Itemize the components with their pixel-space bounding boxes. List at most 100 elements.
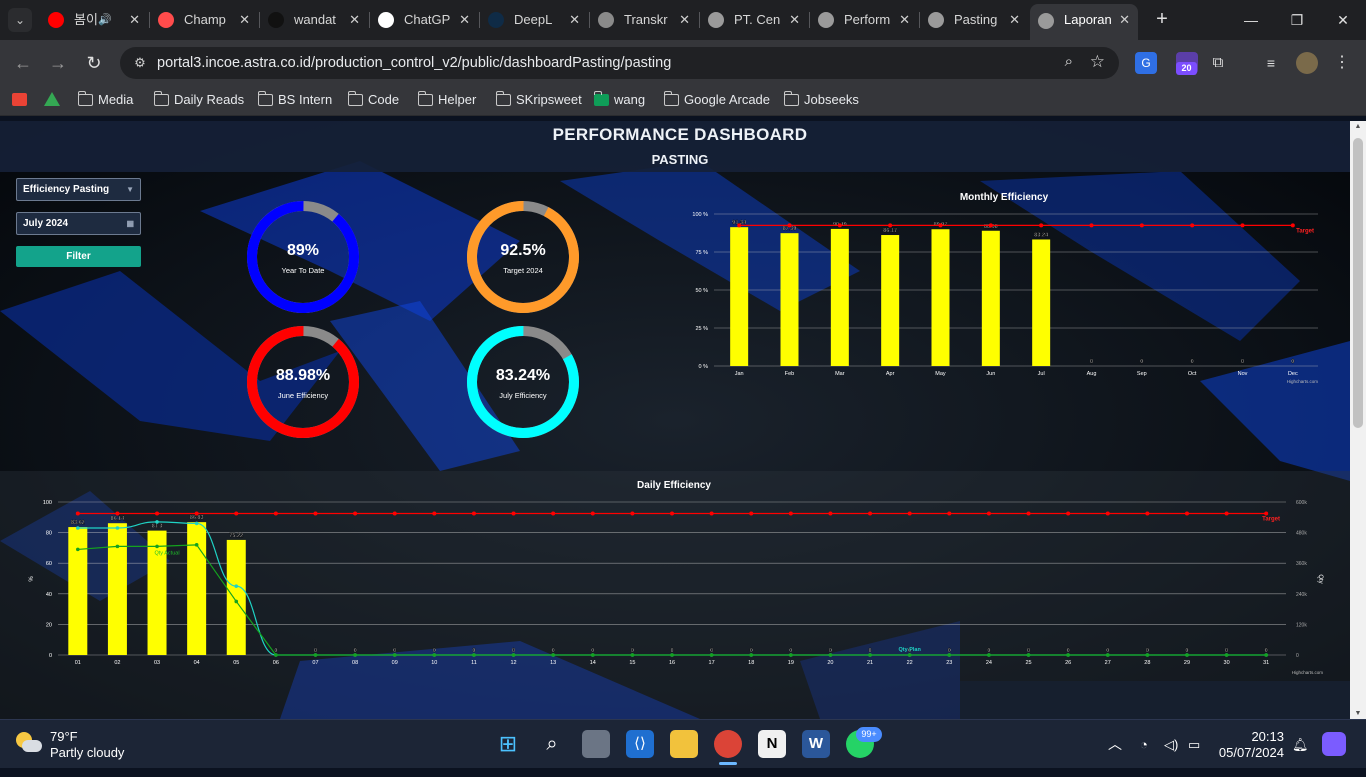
daily-efficiency-chart: Daily Efficiency 0 0 20 120k 40 240k 60 360k 80 48… — [28, 475, 1333, 680]
scrollbar-thumb[interactable] — [1353, 138, 1363, 428]
address-bar[interactable]: ⚙ portal3.incoe.astra.co.id/production_c… — [120, 47, 1119, 79]
search-icon[interactable]: ⌕ — [538, 730, 566, 758]
data-label: 0 — [591, 648, 594, 654]
profile-avatar[interactable] — [1296, 52, 1318, 74]
tab-audio-icon[interactable]: 🔊 — [98, 6, 112, 34]
browser-tab[interactable]: Perform ✕ — [810, 6, 918, 34]
tab-close-icon[interactable]: ✕ — [1009, 6, 1020, 34]
site-info-icon[interactable]: ⚙ — [130, 53, 150, 73]
target-point — [670, 511, 674, 516]
qty-actual-point — [432, 653, 437, 657]
x-tick-label: 05 — [233, 660, 239, 666]
x-tick-label: 15 — [629, 660, 635, 666]
monthly-efficiency-chart: Monthly Efficiency 0 % 25 % 50 % 75 % 100 % 91… — [686, 183, 1326, 393]
tray-chevron-icon[interactable]: ︿ — [1108, 720, 1122, 769]
battery-icon[interactable]: ▭ — [1188, 720, 1200, 769]
chrome-icon[interactable] — [714, 730, 742, 758]
url-text[interactable]: portal3.incoe.astra.co.id/production_con… — [157, 47, 671, 79]
filter-button[interactable]: Filter — [16, 246, 141, 267]
bookmark-item[interactable]: wang — [594, 86, 645, 114]
back-button[interactable]: ← — [10, 50, 36, 76]
volume-icon[interactable]: ◁) — [1164, 720, 1178, 769]
gmail-icon[interactable] — [12, 93, 27, 106]
reload-button[interactable]: ↻ — [81, 50, 107, 76]
browser-tab[interactable]: PT. Cen ✕ — [700, 6, 808, 34]
x-tick-label: 08 — [352, 660, 358, 666]
browser-tab[interactable]: 봄이 🔊 ✕ — [40, 6, 148, 34]
extensions-puzzle-icon[interactable]: ⧉ — [1207, 52, 1229, 74]
menu-kebab-icon[interactable]: ⋮ — [1331, 52, 1353, 74]
target-point — [1145, 511, 1150, 516]
tab-search-button[interactable]: ⌄ — [8, 8, 32, 32]
bookmark-item[interactable]: Jobseeks — [784, 86, 859, 114]
gauge-value: 92.5% — [500, 242, 546, 259]
browser-tab[interactable]: Laporan ✕ — [1030, 4, 1138, 40]
y2-tick-label: 120k — [1296, 622, 1307, 628]
file-explorer-icon[interactable] — [670, 730, 698, 758]
wifi-icon[interactable]: ◔ — [1140, 720, 1148, 769]
close-window-button[interactable]: ✕ — [1320, 0, 1366, 40]
weather-icon[interactable] — [16, 732, 42, 754]
data-label: 0 — [1067, 648, 1070, 654]
tab-close-icon[interactable]: ✕ — [129, 6, 140, 34]
bookmark-item[interactable]: Code — [348, 86, 399, 114]
target-point — [155, 511, 160, 516]
tab-close-icon[interactable]: ✕ — [459, 6, 470, 34]
scroll-up-arrow[interactable]: ▲ — [1350, 123, 1366, 130]
data-label: 81.3 — [152, 524, 163, 530]
browser-tab[interactable]: wandat ✕ — [260, 6, 368, 34]
restore-button[interactable]: ❐ — [1274, 0, 1320, 40]
tab-close-icon[interactable]: ✕ — [679, 6, 690, 34]
y2-axis-label: Qty — [1317, 574, 1323, 583]
bookmark-item[interactable]: Daily Reads — [154, 86, 244, 114]
tab-close-icon[interactable]: ✕ — [789, 6, 800, 34]
scroll-down-arrow[interactable]: ▼ — [1350, 710, 1366, 717]
tab-close-icon[interactable]: ✕ — [1119, 4, 1130, 36]
qty-actual-point — [392, 653, 397, 657]
weather-desc[interactable]: Partly cloudy — [50, 728, 124, 777]
copilot-icon[interactable] — [1322, 732, 1346, 756]
new-tab-button[interactable]: + — [1150, 8, 1174, 32]
browser-tab[interactable]: Pasting ✕ — [920, 6, 1028, 34]
bar — [931, 229, 950, 366]
start-windows-icon[interactable]: ⊞ — [494, 730, 522, 758]
y-tick-label: 60 — [46, 561, 52, 567]
forward-button[interactable]: → — [45, 50, 71, 76]
target-point — [392, 511, 397, 516]
drive-icon[interactable] — [44, 92, 60, 106]
target-point — [75, 511, 80, 516]
kpi-gauge: 88.98% June Efficiency — [245, 324, 361, 440]
minimize-button[interactable]: — — [1228, 0, 1274, 40]
tab-title: Perform — [844, 12, 891, 27]
word-icon[interactable]: W — [802, 730, 830, 758]
notifications-bell-icon[interactable]: 🔔︎ — [1292, 720, 1309, 769]
metric-select[interactable]: Efficiency Pasting ▼ — [16, 178, 141, 201]
page-scrollbar[interactable]: ▲ ▼ — [1350, 121, 1366, 719]
bookmark-item[interactable]: SKripsweet — [496, 86, 582, 114]
browser-tab[interactable]: ChatGP ✕ — [370, 6, 478, 34]
browser-tab[interactable]: Transkr ✕ — [590, 6, 698, 34]
tab-close-icon[interactable]: ✕ — [569, 6, 580, 34]
translate-extension-icon[interactable]: G — [1135, 52, 1157, 74]
bookmark-item[interactable]: Helper — [418, 86, 476, 114]
target-point — [551, 511, 556, 516]
month-input[interactable]: July 2024 ▦ — [16, 212, 141, 235]
browser-tab[interactable]: DeepL ✕ — [480, 6, 588, 34]
task-view-icon[interactable] — [582, 730, 610, 758]
browser-tab[interactable]: Champ ✕ — [150, 6, 258, 34]
media-control-icon[interactable]: ≡ — [1260, 52, 1282, 74]
search-icon[interactable]: ⌕ — [1065, 53, 1073, 70]
tab-close-icon[interactable]: ✕ — [239, 6, 250, 34]
clock-date[interactable]: 05/07/2024 — [1218, 728, 1284, 777]
bookmark-star-icon[interactable]: ☆ — [1090, 52, 1105, 72]
tab-close-icon[interactable]: ✕ — [349, 6, 360, 34]
vscode-icon[interactable]: ⟨⟩ — [626, 730, 654, 758]
bookmark-item[interactable]: Google Arcade — [664, 86, 770, 114]
x-tick-label: 04 — [194, 660, 200, 666]
bookmark-item[interactable]: Media — [78, 86, 133, 114]
notion-icon[interactable]: N — [758, 730, 786, 758]
data-label: 0 — [1106, 648, 1109, 654]
tab-close-icon[interactable]: ✕ — [899, 6, 910, 34]
calendar-icon[interactable]: ▦ — [126, 213, 134, 234]
bookmark-item[interactable]: BS Intern — [258, 86, 332, 114]
